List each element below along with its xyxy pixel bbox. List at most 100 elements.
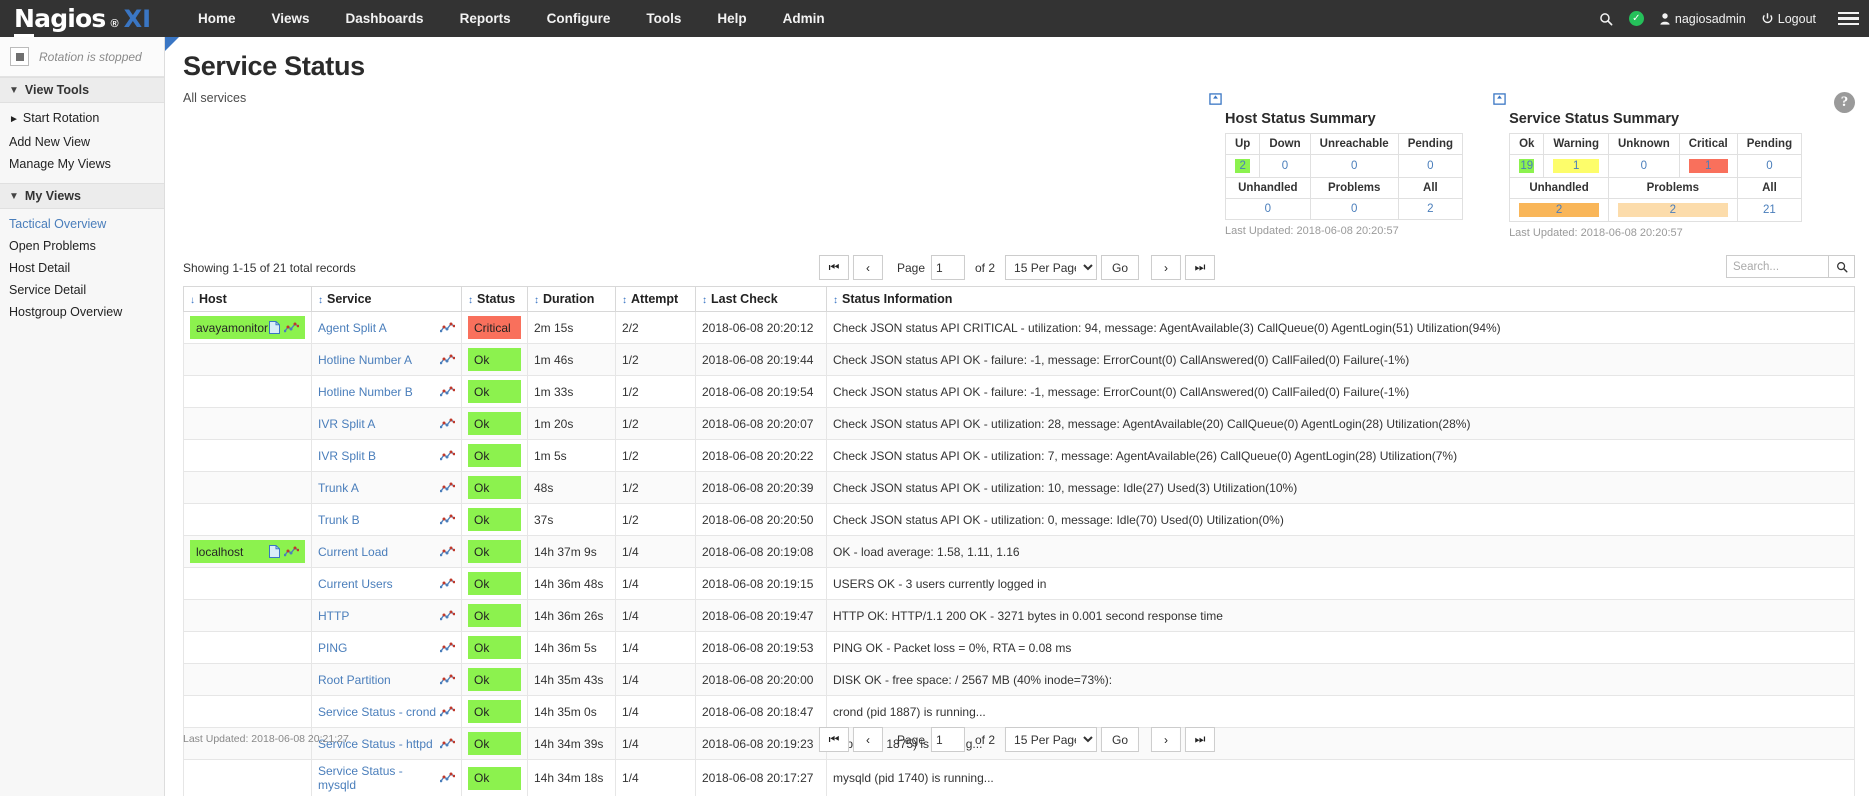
service-name-link[interactable]: Root Partition xyxy=(318,673,391,687)
nav-item-reports[interactable]: Reports xyxy=(442,0,529,37)
next-page-button[interactable]: › xyxy=(1151,727,1182,752)
service-name-link[interactable]: Service Status - crond xyxy=(318,705,436,719)
user-menu[interactable]: nagiosadmin xyxy=(1660,12,1746,26)
last-page-button[interactable]: ⏭ xyxy=(1185,255,1216,280)
sidebar-item-manage-my-views[interactable]: Manage My Views xyxy=(0,153,164,175)
service-summary-value-unhandled[interactable]: 2 xyxy=(1509,198,1609,222)
hamburger-menu-icon[interactable] xyxy=(1838,11,1859,26)
sidebar-item-start-rotation[interactable]: ► Start Rotation xyxy=(0,107,164,131)
sidebar-item-add-new-view[interactable]: Add New View xyxy=(0,131,164,153)
performance-graph-icon[interactable] xyxy=(439,674,456,686)
column-header-status[interactable]: ↕ Status xyxy=(461,286,528,312)
sidebar-item-host-detail[interactable]: Host Detail xyxy=(0,257,164,279)
host-summary-value-all[interactable]: 2 xyxy=(1397,198,1464,220)
performance-graph-icon[interactable] xyxy=(439,642,456,654)
performance-graph-icon[interactable] xyxy=(439,386,456,398)
pin-to-dashboard-icon[interactable] xyxy=(1209,93,1222,106)
column-header-attempt[interactable]: ↕ Attempt xyxy=(615,286,696,312)
host-detail-icon[interactable] xyxy=(269,545,280,558)
performance-graph-icon[interactable] xyxy=(439,578,456,590)
column-header-last-check[interactable]: ↕ Last Check xyxy=(695,286,827,312)
per-page-select[interactable]: 15 Per Page 25 Per Page 50 Per Page 100 … xyxy=(1005,727,1098,752)
help-icon[interactable]: ? xyxy=(1834,92,1855,113)
nav-item-tools[interactable]: Tools xyxy=(628,0,699,37)
service-name-link[interactable]: Service Status - mysqld xyxy=(318,764,440,792)
nav-item-help[interactable]: Help xyxy=(699,0,764,37)
service-name-link[interactable]: Hotline Number A xyxy=(318,353,412,367)
nav-item-views[interactable]: Views xyxy=(254,0,328,37)
nagios-logo[interactable]: Nagios ® XI xyxy=(0,4,160,37)
column-header-service[interactable]: ↕ Service xyxy=(311,286,462,312)
column-header-duration[interactable]: ↕ Duration xyxy=(527,286,616,312)
performance-graph-icon[interactable] xyxy=(439,322,456,334)
nav-item-home[interactable]: Home xyxy=(180,0,254,37)
pin-to-dashboard-icon[interactable] xyxy=(1493,93,1506,106)
column-header-host[interactable]: ↓ Host xyxy=(183,286,312,312)
service-summary-value-problems[interactable]: 2 xyxy=(1607,198,1738,222)
service-name-link[interactable]: IVR Split B xyxy=(318,449,376,463)
sidebar-item-tactical-overview[interactable]: Tactical Overview xyxy=(0,213,164,235)
service-name-link[interactable]: HTTP xyxy=(318,609,349,623)
search-input[interactable] xyxy=(1726,255,1829,278)
first-page-button[interactable]: ⏮ xyxy=(818,727,849,752)
sidebar-item-service-detail[interactable]: Service Detail xyxy=(0,279,164,301)
service-name-link[interactable]: Current Load xyxy=(318,545,388,559)
page-number-input[interactable] xyxy=(931,727,965,752)
host-summary-value-unreachable[interactable]: 0 xyxy=(1309,154,1399,178)
nav-item-configure[interactable]: Configure xyxy=(529,0,629,37)
stop-rotation-button[interactable] xyxy=(10,47,29,66)
host-summary-value-pending[interactable]: 0 xyxy=(1397,154,1464,178)
logout-button[interactable]: Logout xyxy=(1762,12,1816,26)
host-name-label[interactable]: avayamonitor xyxy=(196,321,268,335)
performance-graph-icon[interactable] xyxy=(283,322,300,334)
performance-graph-icon[interactable] xyxy=(439,354,456,366)
performance-graph-icon[interactable] xyxy=(283,546,300,558)
host-summary-value-problems[interactable]: 0 xyxy=(1309,198,1399,220)
performance-graph-icon[interactable] xyxy=(439,514,456,526)
service-summary-value-critical[interactable]: 1 xyxy=(1678,154,1738,178)
column-header-status-information[interactable]: ↕ Status Information xyxy=(826,286,1855,312)
sidebar-section-my-views[interactable]: ▼ My Views xyxy=(0,183,164,209)
performance-graph-icon[interactable] xyxy=(439,546,456,558)
previous-page-button[interactable]: ‹ xyxy=(852,727,883,752)
performance-graph-icon[interactable] xyxy=(439,482,456,494)
performance-graph-icon[interactable] xyxy=(439,706,456,718)
performance-graph-icon[interactable] xyxy=(439,772,456,784)
page-number-input[interactable] xyxy=(931,255,965,280)
system-health-ok-icon[interactable]: ✓ xyxy=(1628,11,1644,26)
service-summary-value-ok[interactable]: 19 xyxy=(1509,154,1545,178)
service-name-link[interactable]: PING xyxy=(318,641,347,655)
service-name-link[interactable]: IVR Split A xyxy=(318,417,375,431)
service-name-link[interactable]: Agent Split A xyxy=(318,321,387,335)
sidebar-item-open-problems[interactable]: Open Problems xyxy=(0,235,164,257)
host-summary-value-up[interactable]: 2 xyxy=(1224,154,1261,178)
service-name-link[interactable]: Current Users xyxy=(318,577,393,591)
sidebar-item-hostgroup-overview[interactable]: Hostgroup Overview xyxy=(0,301,164,323)
nav-item-admin[interactable]: Admin xyxy=(765,0,843,37)
host-summary-value-unhandled[interactable]: 0 xyxy=(1225,198,1311,220)
performance-graph-icon[interactable] xyxy=(439,418,456,430)
previous-page-button[interactable]: ‹ xyxy=(852,255,883,280)
service-name-link[interactable]: Trunk A xyxy=(318,481,359,495)
service-summary-value-all[interactable]: 21 xyxy=(1736,198,1803,222)
performance-graph-icon[interactable] xyxy=(439,610,456,622)
go-button[interactable]: Go xyxy=(1101,727,1140,752)
search-icon[interactable] xyxy=(1599,12,1613,26)
service-name-link[interactable]: Trunk B xyxy=(318,513,360,527)
first-page-button[interactable]: ⏮ xyxy=(818,255,849,280)
next-page-button[interactable]: › xyxy=(1151,255,1182,280)
host-name-label[interactable]: localhost xyxy=(196,545,243,559)
sidebar-section-view-tools[interactable]: ▼ View Tools xyxy=(0,77,164,103)
service-summary-value-pending[interactable]: 0 xyxy=(1736,154,1803,178)
search-submit-button[interactable] xyxy=(1829,255,1855,278)
last-page-button[interactable]: ⏭ xyxy=(1185,727,1216,752)
host-detail-icon[interactable] xyxy=(269,321,280,334)
nav-item-dashboards[interactable]: Dashboards xyxy=(328,0,442,37)
go-button[interactable]: Go xyxy=(1101,255,1140,280)
service-summary-value-unknown[interactable]: 0 xyxy=(1607,154,1680,178)
host-summary-value-down[interactable]: 0 xyxy=(1259,154,1311,178)
service-name-link[interactable]: Hotline Number B xyxy=(318,385,413,399)
per-page-select[interactable]: 15 Per Page 25 Per Page 50 Per Page 100 … xyxy=(1005,255,1098,280)
performance-graph-icon[interactable] xyxy=(439,450,456,462)
service-summary-value-warning[interactable]: 1 xyxy=(1543,154,1609,178)
